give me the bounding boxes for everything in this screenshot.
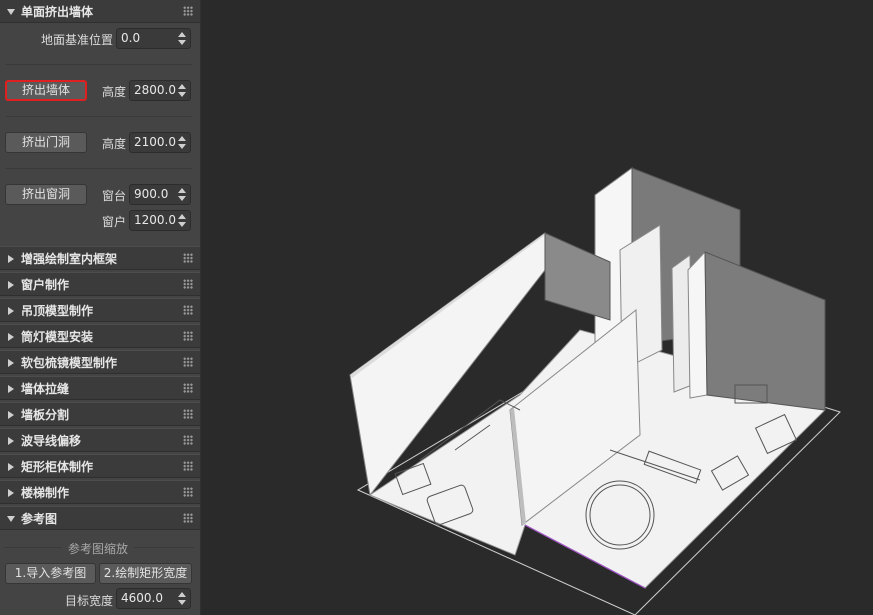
wall-height-label: 高度 [102, 85, 127, 99]
collapse-arrow-icon [8, 307, 14, 315]
draw-rect-width-button[interactable]: 2.绘制矩形宽度 [99, 563, 192, 584]
rollout-title: 矩形柜体制作 [21, 460, 94, 474]
collapse-arrow-icon [8, 333, 14, 341]
rollout-header-cabinet[interactable]: 矩形柜体制作 [0, 454, 200, 478]
window-height-spinner[interactable]: 1200.0 [129, 210, 191, 231]
rollout-header-wall-seam[interactable]: 墙体拉缝 [0, 376, 200, 400]
rollout-header-reference[interactable]: 参考图 [0, 506, 200, 530]
grip-dots-icon[interactable] [183, 357, 193, 367]
grip-dots-icon[interactable] [183, 6, 193, 16]
spinner-arrows-icon[interactable] [178, 84, 186, 97]
rollout-title: 墙板分割 [21, 408, 70, 422]
ground-base-spinner[interactable]: 0.0 [116, 28, 191, 49]
spinner-arrows-icon[interactable] [178, 32, 186, 45]
grip-dots-icon[interactable] [183, 253, 193, 263]
collapse-arrow-icon [8, 489, 14, 497]
collapse-arrow-icon [8, 281, 14, 289]
ground-base-value[interactable]: 0.0 [121, 31, 140, 45]
collapse-arrow-icon [8, 359, 14, 367]
rollout-title: 软包梳镜模型制作 [21, 356, 118, 370]
import-reference-button[interactable]: 1.导入参考图 [5, 563, 96, 584]
separator [6, 116, 192, 117]
isometric-room-model [349, 167, 841, 615]
rollout-header-downlight[interactable]: 筒灯模型安装 [0, 324, 200, 348]
wall-right-back [704, 251, 826, 411]
rollout-header-soft-pack[interactable]: 软包梳镜模型制作 [0, 350, 200, 374]
rollout-title: 筒灯模型安装 [21, 330, 94, 344]
wall-height-spinner[interactable]: 2800.0 [129, 80, 191, 101]
reference-zoom-label: 参考图缩放 [68, 542, 129, 556]
spinner-arrows-icon[interactable] [178, 592, 186, 605]
grip-dots-icon[interactable] [183, 487, 193, 497]
expand-arrow-icon [7, 9, 15, 15]
rollout-title: 增强绘制室内框架 [21, 252, 118, 266]
rollout-header-ceiling[interactable]: 吊顶模型制作 [0, 298, 200, 322]
expand-arrow-icon [7, 516, 15, 522]
extrude-wall-button[interactable]: 挤出墙体 [5, 80, 87, 101]
target-width-label: 目标宽度 [65, 594, 114, 608]
rollout-title: 墙体拉缝 [21, 382, 70, 396]
wall-height-value[interactable]: 2800.0 [134, 83, 176, 97]
separator [6, 64, 192, 65]
collapse-arrow-icon [8, 437, 14, 445]
extrude-door-button[interactable]: 挤出门洞 [5, 132, 87, 153]
ground-base-label: 地面基准位置 [41, 33, 114, 47]
rollout-header-extrude-wall[interactable]: 单面挤出墙体 [0, 0, 200, 23]
3d-viewport[interactable] [202, 0, 873, 615]
window-height-label: 窗户 [102, 215, 127, 229]
grip-dots-icon[interactable] [183, 461, 193, 471]
target-width-spinner[interactable]: 4600.0 [116, 588, 191, 609]
rollout-title: 参考图 [21, 512, 58, 526]
rollout-title: 单面挤出墙体 [21, 5, 94, 19]
door-height-value[interactable]: 2100.0 [134, 135, 176, 149]
grip-dots-icon[interactable] [183, 305, 193, 315]
rollout-title: 波导线偏移 [21, 434, 82, 448]
rollout-title: 吊顶模型制作 [21, 304, 94, 318]
rollout-header-window-make[interactable]: 窗户制作 [0, 272, 200, 296]
grip-dots-icon[interactable] [183, 435, 193, 445]
collapse-arrow-icon [8, 385, 14, 393]
window-sill-spinner[interactable]: 900.0 [129, 184, 191, 205]
grip-dots-icon[interactable] [183, 409, 193, 419]
rollout-header-enhanced-frame[interactable]: 增强绘制室内框架 [0, 246, 200, 270]
rollout-title: 窗户制作 [21, 278, 70, 292]
separator [6, 168, 192, 169]
collapse-arrow-icon [8, 463, 14, 471]
window-sill-value[interactable]: 900.0 [134, 187, 168, 201]
door-height-label: 高度 [102, 137, 127, 151]
spinner-arrows-icon[interactable] [178, 188, 186, 201]
wall-right-front [687, 250, 708, 399]
window-sill-label: 窗台 [102, 189, 127, 203]
rollout-title: 楼梯制作 [21, 486, 70, 500]
rollout-header-stairs[interactable]: 楼梯制作 [0, 480, 200, 504]
target-width-value[interactable]: 4600.0 [121, 591, 163, 605]
door-height-spinner[interactable]: 2100.0 [129, 132, 191, 153]
rollout-header-waveguide-offset[interactable]: 波导线偏移 [0, 428, 200, 452]
grip-dots-icon[interactable] [183, 279, 193, 289]
extrude-window-button[interactable]: 挤出窗洞 [5, 184, 87, 205]
spinner-arrows-icon[interactable] [178, 214, 186, 227]
grip-dots-icon[interactable] [183, 331, 193, 341]
spinner-arrows-icon[interactable] [178, 136, 186, 149]
grip-dots-icon[interactable] [183, 513, 193, 523]
separator [4, 547, 62, 548]
collapse-arrow-icon [8, 411, 14, 419]
collapse-arrow-icon [8, 255, 14, 263]
separator [134, 547, 194, 548]
command-panel: 单面挤出墙体 地面基准位置 0.0 挤出墙体 高度 2800.0 挤出门洞 高度… [0, 0, 201, 615]
rollout-header-wall-panel-split[interactable]: 墙板分割 [0, 402, 200, 426]
window-height-value[interactable]: 1200.0 [134, 213, 176, 227]
grip-dots-icon[interactable] [183, 383, 193, 393]
